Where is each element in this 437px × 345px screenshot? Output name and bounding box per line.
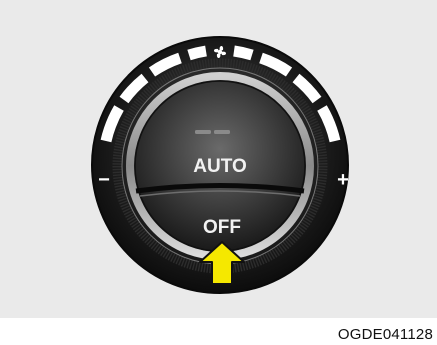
fan-speed-segment [187,45,207,61]
climate-control-dial: AUTO OFF − + [91,36,349,294]
fan-speed-segment [233,45,254,61]
off-button-label[interactable]: OFF [203,217,241,238]
auto-button-label[interactable]: AUTO [193,156,246,177]
fan-increase-symbol[interactable]: + [337,169,349,191]
figure-code: OGDE041128 [337,326,433,343]
fan-decrease-symbol[interactable]: − [98,169,110,191]
